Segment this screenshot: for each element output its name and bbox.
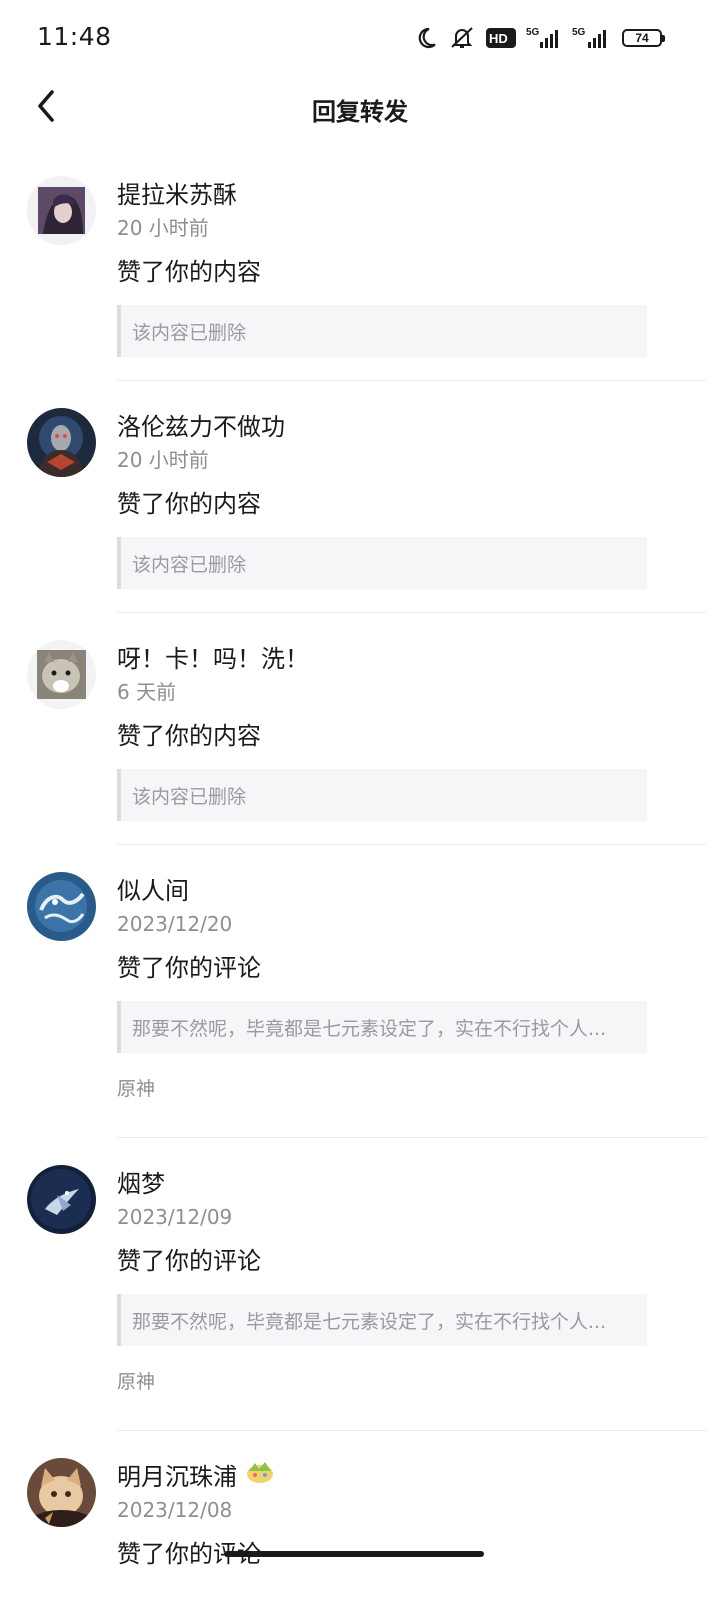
divider — [117, 844, 706, 845]
divider — [117, 1137, 706, 1138]
user-name-text: 明月沉珠浦 — [117, 1463, 237, 1491]
header: 回复转发 — [0, 76, 720, 140]
avatar[interactable] — [27, 408, 96, 477]
timestamp: 2023/12/20 — [117, 912, 233, 936]
moon-icon — [414, 26, 438, 50]
timestamp: 2023/12/08 — [117, 1498, 233, 1522]
page-title: 回复转发 — [312, 98, 408, 126]
list-item[interactable]: 明月沉珠浦 2023/12/08 赞了你的评论 — [0, 1458, 720, 1588]
timestamp: 2023/12/09 — [117, 1205, 233, 1229]
timestamp: 20 小时前 — [117, 448, 209, 472]
divider — [117, 1430, 706, 1431]
divider — [117, 612, 706, 613]
svg-text:HD: HD — [489, 31, 508, 46]
quoted-content[interactable]: 该内容已删除 — [117, 537, 647, 589]
hd-icon: HD — [486, 27, 516, 49]
status-bar: 11:48 HD 5G 5G 74 — [0, 0, 720, 76]
divider — [117, 380, 706, 381]
user-name[interactable]: 明月沉珠浦 — [117, 1458, 706, 1495]
notification-list: 提拉米苏酥 20 小时前 赞了你的内容 该内容已删除 洛伦兹力不做功 20 小时… — [0, 176, 720, 1588]
list-item[interactable]: 似人间 2023/12/20 赞了你的评论 那要不然呢，毕竟都是七元素设定了，实… — [0, 872, 720, 1117]
svg-text:5G: 5G — [572, 27, 586, 38]
badge-icon — [245, 1459, 275, 1495]
action-text: 赞了你的评论 — [117, 954, 261, 982]
list-item[interactable]: 呀！卡！吗！洗！ 6 天前 赞了你的内容 该内容已删除 — [0, 640, 720, 821]
action-text: 赞了你的内容 — [117, 490, 261, 518]
action-text: 赞了你的内容 — [117, 258, 261, 286]
list-item[interactable]: 提拉米苏酥 20 小时前 赞了你的内容 该内容已删除 — [0, 176, 720, 357]
source-tag[interactable]: 原神 — [117, 1075, 706, 1103]
user-name[interactable]: 提拉米苏酥 — [117, 176, 706, 213]
avatar[interactable] — [27, 1165, 96, 1234]
list-item[interactable]: 烟梦 2023/12/09 赞了你的评论 那要不然呢，毕竟都是七元素设定了，实在… — [0, 1165, 720, 1410]
user-name[interactable]: 似人间 — [117, 872, 706, 909]
quoted-content[interactable]: 该内容已删除 — [117, 305, 647, 357]
list-item[interactable]: 洛伦兹力不做功 20 小时前 赞了你的内容 该内容已删除 — [0, 408, 720, 589]
quoted-content[interactable]: 那要不然呢，毕竟都是七元素设定了，实在不行找个人... — [117, 1001, 647, 1053]
source-tag[interactable]: 原神 — [117, 1368, 706, 1396]
signal-5g-icon: 5G — [572, 26, 612, 50]
status-time: 11:48 — [37, 22, 112, 51]
timestamp: 20 小时前 — [117, 216, 209, 240]
user-name[interactable]: 呀！卡！吗！洗！ — [117, 640, 706, 677]
timestamp: 6 天前 — [117, 680, 177, 704]
status-icons: HD 5G 5G 74 — [414, 24, 665, 52]
avatar[interactable] — [27, 640, 96, 709]
user-name[interactable]: 洛伦兹力不做功 — [117, 408, 706, 445]
user-name[interactable]: 烟梦 — [117, 1165, 706, 1202]
signal-5g-icon: 5G — [526, 26, 562, 50]
home-indicator[interactable] — [224, 1551, 484, 1557]
avatar[interactable] — [27, 1458, 96, 1527]
quoted-content[interactable]: 那要不然呢，毕竟都是七元素设定了，实在不行找个人... — [117, 1294, 647, 1346]
action-text: 赞了你的评论 — [117, 1247, 261, 1275]
action-text: 赞了你的内容 — [117, 722, 261, 750]
mute-icon — [448, 25, 476, 51]
quoted-content[interactable]: 该内容已删除 — [117, 769, 647, 821]
svg-text:5G: 5G — [526, 27, 540, 38]
avatar[interactable] — [27, 176, 96, 245]
battery-icon: 74 — [622, 29, 665, 47]
avatar[interactable] — [27, 872, 96, 941]
